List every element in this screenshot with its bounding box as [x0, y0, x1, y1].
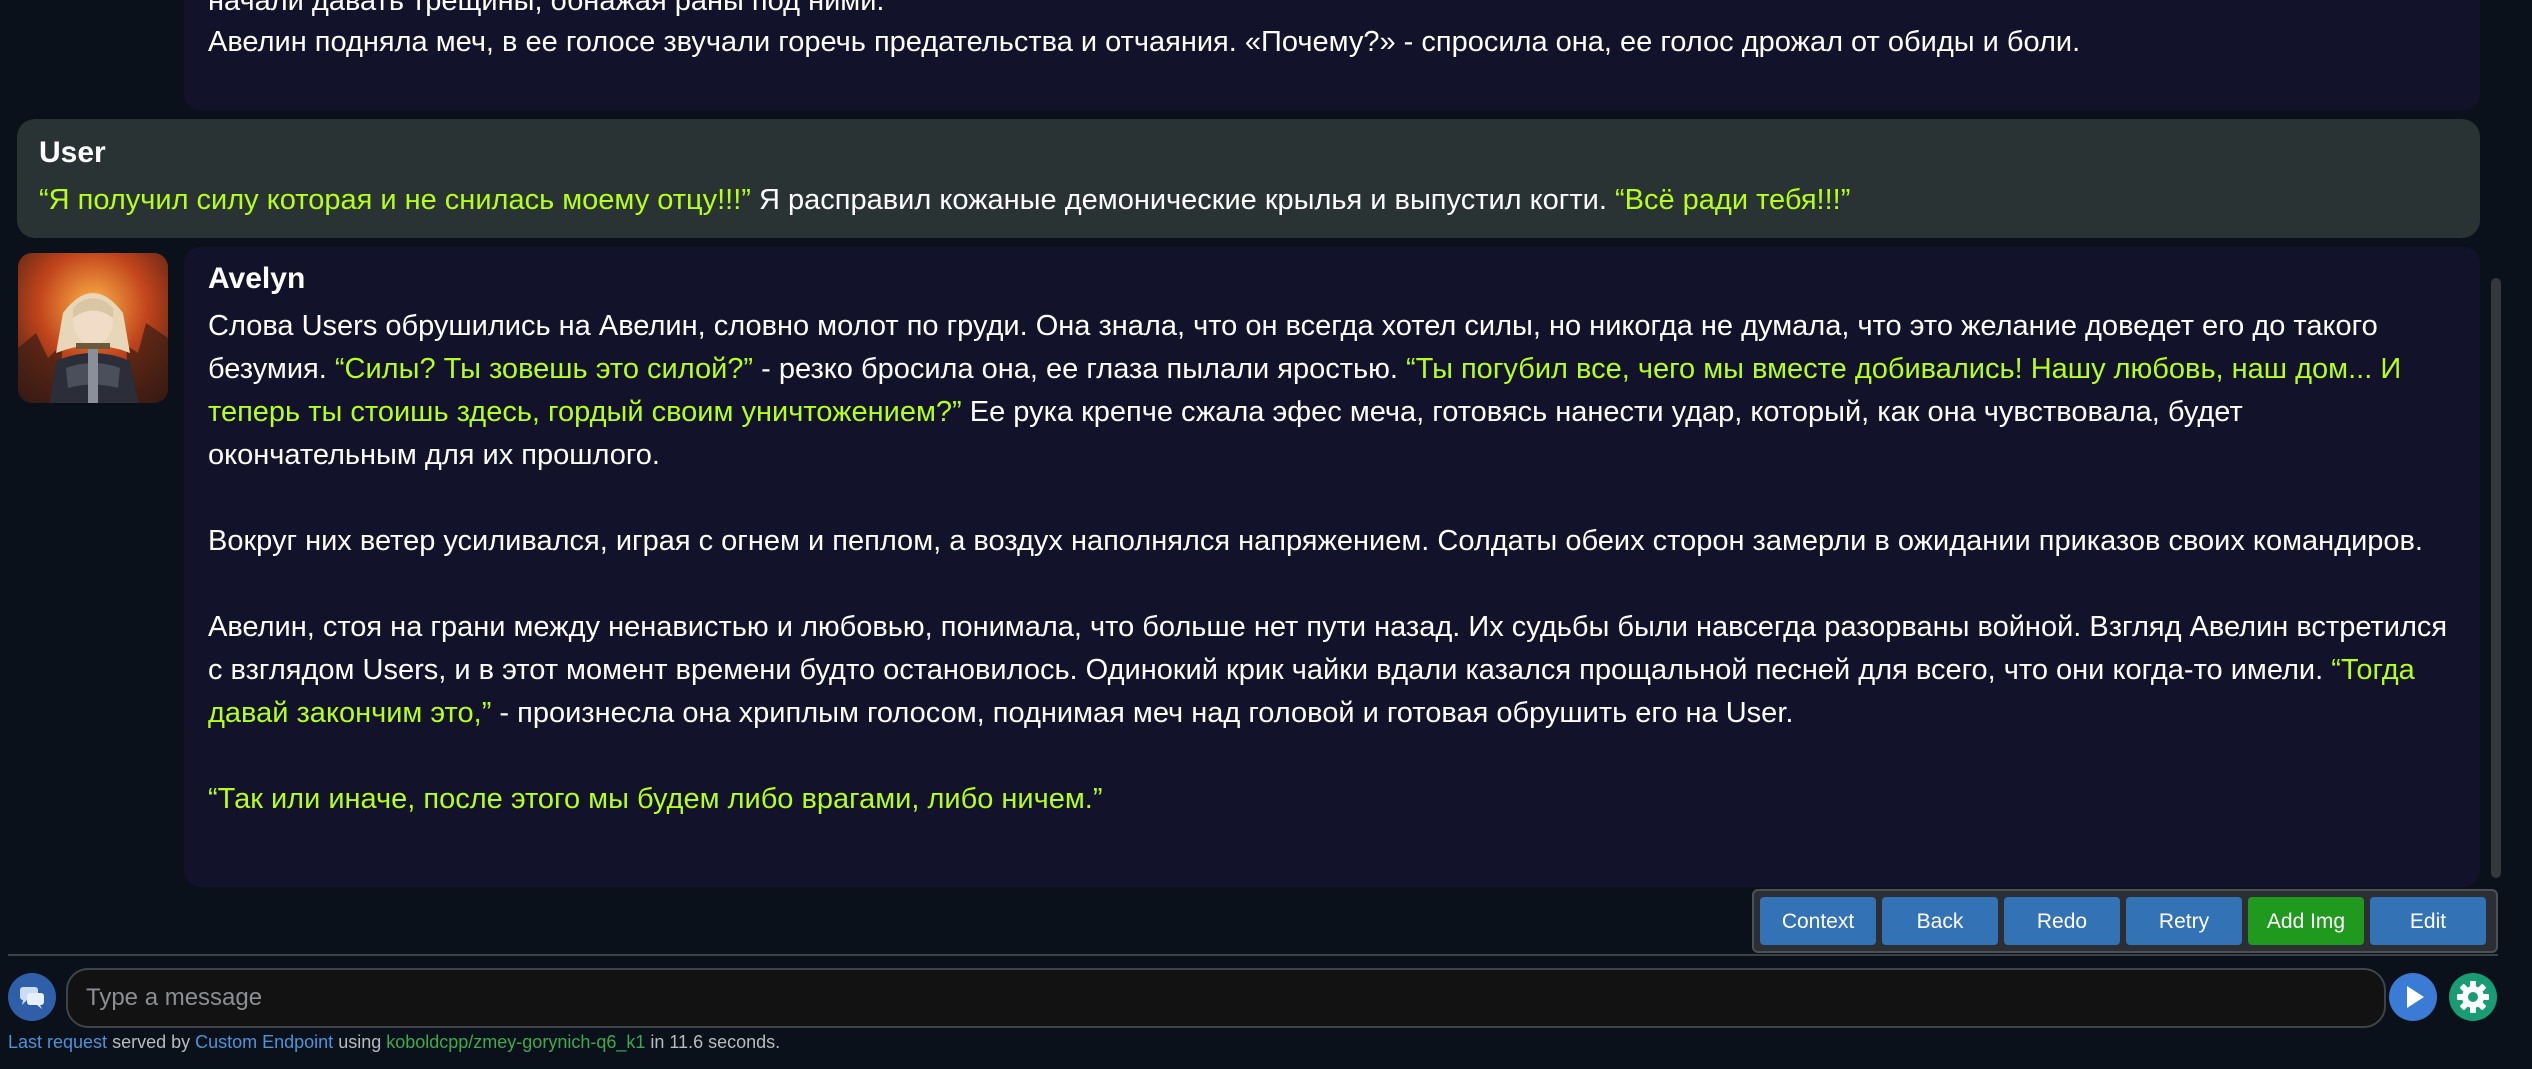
footer-text: in 11.6 seconds. [645, 1032, 781, 1052]
narration-text: Я расправил кожаные демонические крылья … [750, 184, 1615, 216]
send-button[interactable] [2389, 973, 2437, 1021]
add-img-button[interactable]: Add Img [2248, 897, 2364, 945]
quoted-speech: “Всё ради тебя!!!” [1614, 184, 1851, 216]
last-request-link[interactable]: Last request [8, 1032, 107, 1052]
chat-scrollbar-thumb[interactable] [2491, 278, 2501, 878]
divider [8, 954, 2498, 956]
model-name: koboldcpp/zmey-gorynich-q6_k1 [386, 1032, 646, 1052]
status-footer: Last request served by Custom Endpoint u… [8, 1031, 780, 1053]
play-arrow-icon [2407, 986, 2424, 1008]
chat-menu-button[interactable] [8, 973, 56, 1021]
message-paragraph: Вокруг них ветер усиливался, играя с огн… [208, 525, 2423, 557]
narration-text: - произнесла она хриплым голосом, подним… [491, 697, 1794, 729]
footer-text: served by [107, 1032, 196, 1052]
redo-button[interactable]: Redo [2004, 897, 2120, 945]
gear-icon [2457, 981, 2489, 1013]
context-button[interactable]: Context [1760, 897, 1876, 945]
knight-girl-avatar[interactable] [18, 253, 168, 403]
endpoint-link[interactable]: Custom Endpoint [195, 1032, 333, 1052]
edit-button[interactable]: Edit [2370, 897, 2486, 945]
chat-bubbles-icon [20, 987, 44, 1009]
settings-button[interactable] [2449, 973, 2497, 1021]
ai-sender-name: Avelyn [208, 262, 306, 295]
avatar-image [18, 253, 168, 403]
user-message: User “Я получил силу которая и не снилас… [17, 119, 2480, 238]
user-sender-name: User [39, 136, 106, 169]
retry-button[interactable]: Retry [2126, 897, 2242, 945]
message-paragraph: Авелин, стоя на грани между ненавистью и… [208, 606, 2456, 735]
narration-text: - резко бросила она, ее глаза пылали яро… [753, 353, 1406, 385]
user-message-text: “Я получил силу которая и не снилась мое… [39, 179, 2458, 222]
ai-message: Avelyn Слова Users обрушились на Авелин,… [184, 247, 2480, 887]
previous-message-line: начали давать трещины, обнажая раны под … [208, 0, 885, 17]
message-paragraph: “Так или иначе, после этого мы будем либ… [208, 783, 1103, 815]
footer-text: using [333, 1032, 387, 1052]
quoted-speech: “Я получил силу которая и не снилась мое… [39, 184, 751, 216]
quoted-speech: “Силы? Ты зовешь это силой?” [334, 353, 754, 385]
message-input[interactable] [66, 968, 2386, 1028]
message-actions-bar: Context Back Redo Retry Add Img Edit [1752, 889, 2498, 953]
message-paragraph: Слова Users обрушились на Авелин, словно… [208, 305, 2456, 477]
app-window: начали давать трещины, обнажая раны под … [0, 0, 2532, 1069]
previous-message-line: Авелин подняла меч, в ее голосе звучали … [208, 26, 2081, 58]
back-button[interactable]: Back [1882, 897, 1998, 945]
previous-ai-message: начали давать трещины, обнажая раны под … [184, 0, 2480, 110]
narration-text: Авелин, стоя на грани между ненавистью и… [208, 611, 2448, 686]
chat-log: начали давать трещины, обнажая раны под … [0, 0, 2532, 890]
